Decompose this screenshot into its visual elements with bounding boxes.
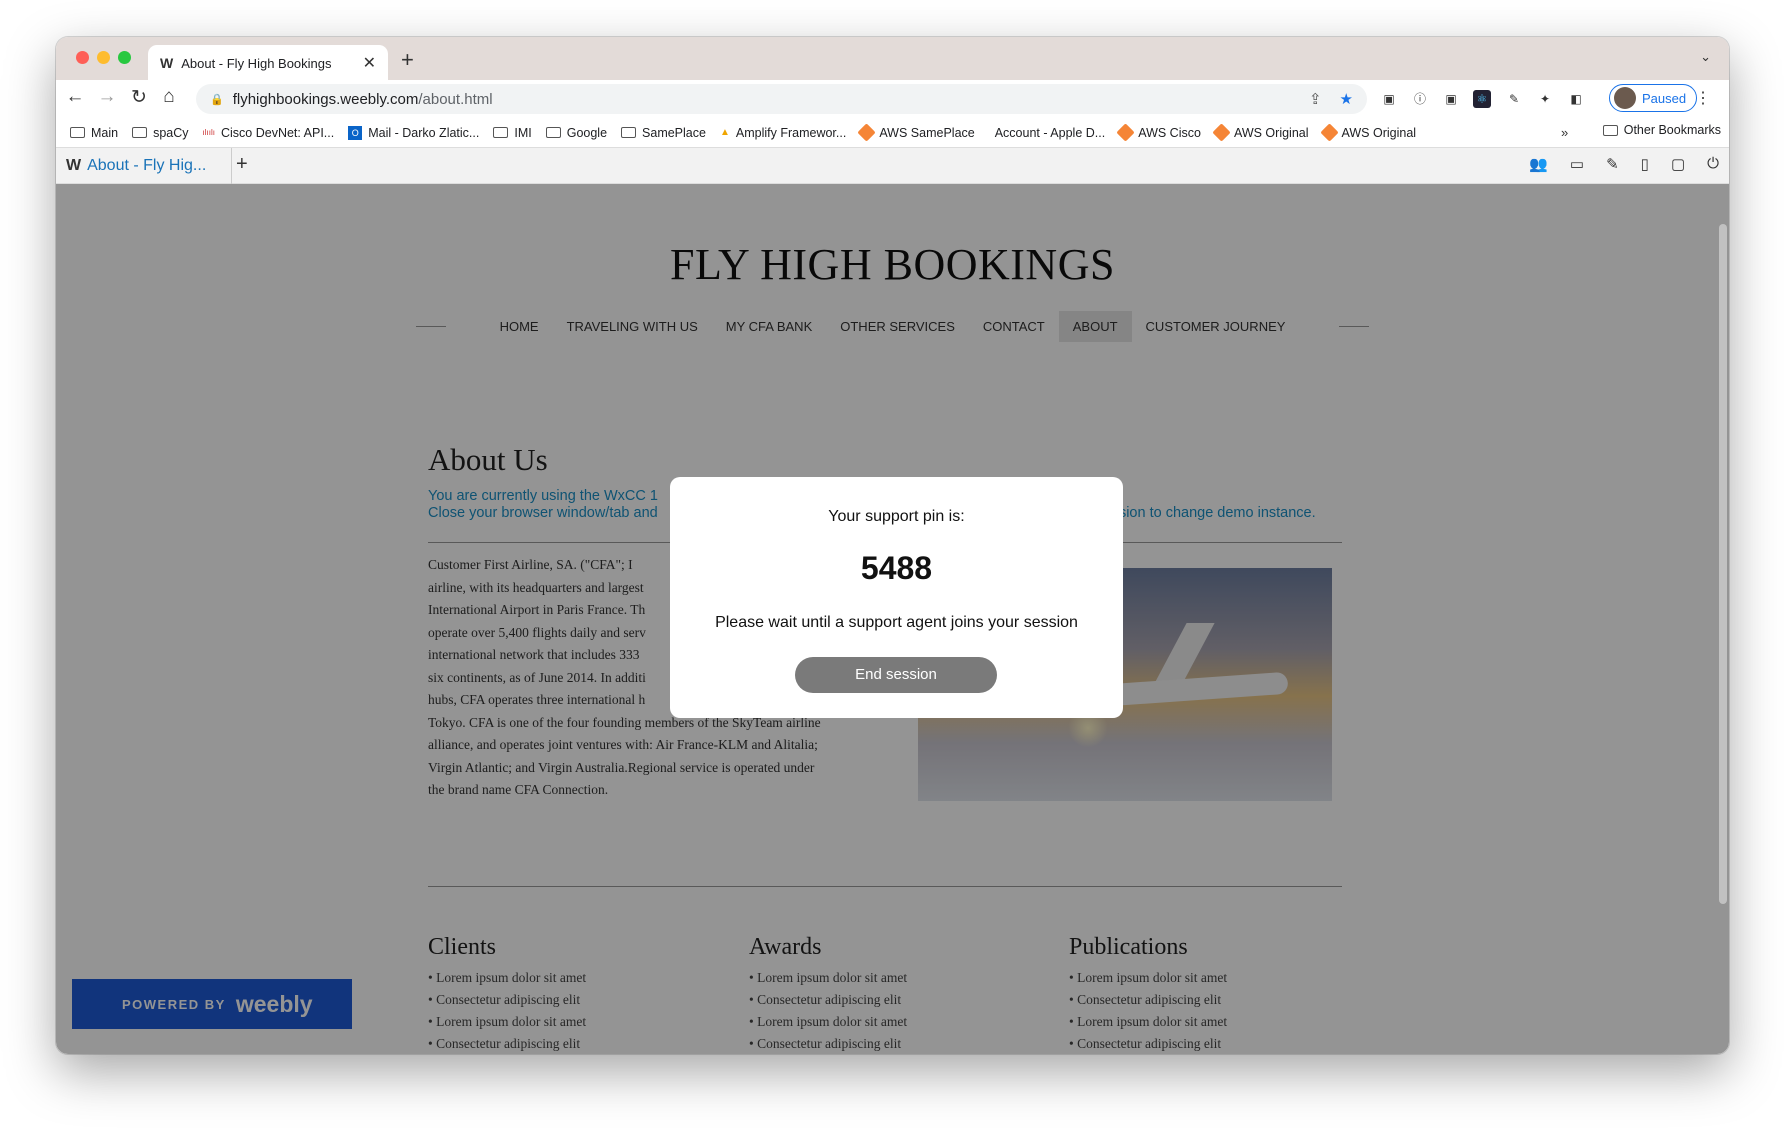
end-session-button[interactable]: End session — [795, 657, 997, 693]
power-icon[interactable]: ⏻ — [1707, 155, 1719, 173]
info-extension-icon[interactable]: ⓘ — [1411, 90, 1429, 108]
side-panel-icon[interactable]: ◧ — [1567, 90, 1585, 108]
chevron-down-icon[interactable]: ⌄ — [1700, 49, 1711, 65]
bookmark-item[interactable]: ▲ Amplify Framewor... — [720, 126, 846, 140]
address-bar[interactable]: 🔒 flyhighbookings.weebly.com/about.html … — [196, 84, 1367, 114]
folder-icon — [493, 127, 509, 138]
support-pin-label: Your support pin is: — [828, 508, 965, 525]
reload-icon[interactable]: ↻ — [126, 86, 152, 109]
puzzle-extensions-icon[interactable]: ✦ — [1536, 90, 1554, 108]
profile-button[interactable]: Paused — [1609, 84, 1697, 112]
bookmark-item[interactable]: O Mail - Darko Zlatic... — [348, 125, 479, 140]
aws-icon — [1319, 123, 1339, 142]
bookmark-item[interactable]: IMI — [493, 126, 532, 140]
bookmark-item[interactable]: Google — [545, 126, 607, 140]
video-icon[interactable]: ▢ — [1671, 155, 1685, 173]
bookmark-item[interactable]: SamePlace — [621, 126, 706, 140]
weebly-favicon-icon: W — [66, 157, 82, 174]
page-viewport: W About - Fly Hig... + 👥 ▭ ✎ ▯ ▢ ⏻ FLY H… — [56, 148, 1729, 1054]
browser-toolbar: ← → ↻ ⌂ 🔒 flyhighbookings.weebly.com/abo… — [56, 80, 1729, 118]
url-host: flyhighbookings.weebly.com — [232, 90, 419, 108]
browser-window: W About - Fly High Bookings ✕ + ⌄ ← → ↻ … — [56, 37, 1729, 1054]
bookmark-item[interactable]: Main — [70, 126, 118, 140]
eyedropper-icon[interactable]: ✎ — [1505, 90, 1523, 108]
avatar — [1614, 87, 1636, 109]
site-content: FLY HIGH BOOKINGS HOME TRAVELING WITH US… — [56, 184, 1729, 1054]
home-icon[interactable]: ⌂ — [156, 86, 182, 108]
aws-icon — [857, 123, 877, 142]
aws-icon — [1212, 123, 1231, 142]
tab-strip: W About - Fly High Bookings ✕ + ⌄ — [56, 37, 1729, 81]
bookmark-item[interactable]: AWS Cisco — [1116, 123, 1201, 142]
close-icon[interactable]: ✕ — [363, 53, 376, 73]
wait-message: Please wait until a support agent joins … — [715, 614, 1078, 631]
cisco-icon: ılıılı — [202, 128, 215, 137]
support-pin-modal: Your support pin is: 5488 Please wait un… — [670, 477, 1123, 718]
maximize-window-button[interactable] — [118, 51, 131, 64]
cobrowse-tab-title: About - Fly Hig... — [87, 157, 207, 174]
url-path: /about.html — [418, 90, 493, 108]
back-arrow-icon[interactable]: ← — [62, 86, 88, 108]
bookmark-item[interactable]: ılıılı Cisco DevNet: API... — [203, 126, 335, 140]
weebly-favicon-icon: W — [160, 55, 174, 71]
bookmark-item[interactable]: AWS Original — [1212, 123, 1309, 142]
support-pin-value: 5488 — [860, 550, 933, 586]
pencil-icon[interactable]: ✎ — [1606, 155, 1619, 173]
scrollbar[interactable] — [1719, 224, 1727, 904]
folder-icon — [132, 127, 148, 138]
minimize-window-button[interactable] — [97, 51, 110, 64]
cobrowse-toolbar: 👥 ▭ ✎ ▯ ▢ ⏻ — [1529, 155, 1719, 173]
close-window-button[interactable] — [76, 51, 89, 64]
other-bookmarks[interactable]: Other Bookmarks — [1602, 123, 1721, 137]
extension-icon[interactable]: ▣ — [1380, 90, 1398, 108]
bookmark-star-icon[interactable]: ★ — [1340, 90, 1353, 108]
profile-status: Paused — [1642, 90, 1687, 106]
add-tab-icon[interactable]: + — [236, 153, 248, 176]
document-icon[interactable]: ▯ — [1641, 155, 1649, 173]
share-icon[interactable]: ⇪ — [1309, 90, 1322, 108]
browser-tab[interactable]: W About - Fly High Bookings ✕ — [148, 45, 388, 81]
bookmark-item[interactable]: AWS Original — [1319, 123, 1416, 142]
bookmark-item[interactable]: AWS SamePlace — [857, 123, 975, 142]
react-devtools-icon[interactable]: ⚛ — [1473, 90, 1491, 108]
folder-icon — [70, 127, 85, 138]
aws-icon — [1116, 123, 1135, 142]
menu-kebab-icon[interactable]: ⋮ — [1695, 88, 1711, 108]
new-tab-icon[interactable]: + — [401, 47, 414, 73]
amplify-icon: ▲ — [719, 127, 730, 138]
browser-tab-title: About - Fly High Bookings — [181, 55, 332, 71]
extension-icon[interactable]: ▣ — [1442, 90, 1460, 108]
bookmarks-overflow-icon[interactable]: » — [1561, 125, 1568, 140]
lock-icon: 🔒 — [210, 93, 224, 106]
users-icon[interactable]: 👥 — [1529, 155, 1548, 173]
bookmarks-bar: Main spaCy ılıılı Cisco DevNet: API... OM… — [56, 118, 1729, 148]
bookmark-item[interactable]: spaCy — [132, 126, 189, 140]
cobrowse-tab-bar: W About - Fly Hig... + 👥 ▭ ✎ ▯ ▢ ⏻ — [56, 148, 1729, 184]
folder-icon — [621, 127, 637, 138]
outlook-icon: O — [348, 125, 363, 140]
bookmark-item[interactable]: Account - Apple D... — [989, 126, 1105, 140]
cobrowse-tab[interactable]: W About - Fly Hig... — [56, 148, 232, 184]
folder-icon — [1602, 124, 1618, 136]
folder-icon — [545, 127, 561, 138]
devices-icon[interactable]: ▭ — [1570, 155, 1584, 173]
forward-arrow-icon[interactable]: → — [94, 86, 120, 108]
